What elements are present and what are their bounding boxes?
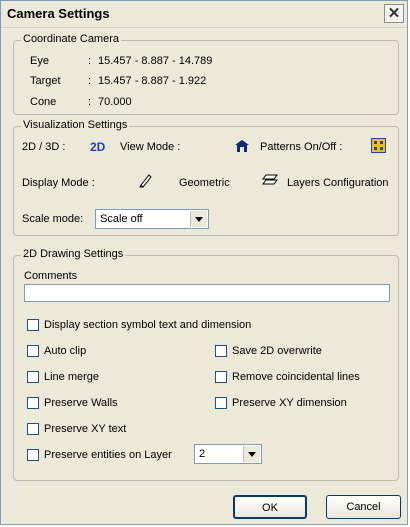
- patterns-toggle-icon[interactable]: [371, 138, 386, 156]
- display-mode-label: Display Mode :: [22, 177, 95, 189]
- layer-select[interactable]: 2: [194, 444, 262, 464]
- camera-settings-dialog: Camera Settings ✕ Coordinate Camera Eye …: [0, 0, 408, 525]
- coordinate-camera-group: Coordinate Camera Eye : 15.457 - 8.887 -…: [13, 33, 399, 115]
- scale-mode-label: Scale mode:: [22, 213, 84, 225]
- target-sep: :: [88, 75, 92, 87]
- cone-sep: :: [88, 96, 92, 108]
- patterns-label: Patterns On/Off :: [260, 141, 343, 153]
- drawing-settings-legend: 2D Drawing Settings: [21, 248, 126, 260]
- scale-mode-value: Scale off: [100, 213, 143, 225]
- save-2d-overwrite-checkbox[interactable]: [215, 345, 227, 357]
- preserve-xy-dimension-checkbox[interactable]: [215, 397, 227, 409]
- drawing-settings-group: 2D Drawing Settings Comments Display sec…: [13, 248, 399, 481]
- line-merge-checkbox[interactable]: [27, 371, 39, 383]
- line-merge-label: Line merge: [44, 371, 100, 383]
- geometric-label: Geometric: [179, 177, 230, 189]
- close-icon: ✕: [387, 5, 401, 22]
- remove-coincidental-label: Remove coincidental lines: [232, 371, 360, 383]
- visualization-legend: Visualization Settings: [21, 119, 130, 131]
- visualization-group: Visualization Settings 2D / 3D : 2D View…: [13, 119, 399, 236]
- eye-sep: :: [88, 55, 92, 67]
- comments-label: Comments: [24, 270, 78, 282]
- target-value: 15.457 - 8.887 - 1.922: [98, 75, 207, 87]
- auto-clip-checkbox[interactable]: [27, 345, 39, 357]
- display-section-label: Display section symbol text and dimensio…: [44, 319, 252, 331]
- pencil-icon[interactable]: [138, 172, 154, 191]
- close-button[interactable]: ✕: [384, 4, 404, 23]
- eye-label: Eye: [30, 55, 49, 67]
- layer-value: 2: [199, 448, 206, 460]
- scale-mode-select[interactable]: Scale off: [95, 209, 209, 229]
- layers-configuration-label[interactable]: Layers Configuration: [287, 177, 389, 189]
- chevron-down-icon[interactable]: [243, 446, 260, 462]
- layers-icon[interactable]: [262, 173, 278, 190]
- coordinate-camera-legend: Coordinate Camera: [21, 33, 121, 45]
- view-mode-label: View Mode :: [120, 141, 181, 153]
- mode-label: 2D / 3D :: [22, 141, 66, 153]
- cancel-button[interactable]: Cancel: [326, 495, 401, 519]
- preserve-entities-checkbox[interactable]: [27, 449, 39, 461]
- display-section-checkbox[interactable]: [27, 319, 39, 331]
- mode-toggle-2d[interactable]: 2D: [90, 140, 105, 154]
- view-mode-icon[interactable]: [234, 139, 250, 156]
- title-bar: Camera Settings ✕: [1, 1, 407, 28]
- preserve-xy-text-label: Preserve XY text: [44, 423, 127, 435]
- preserve-entities-label: Preserve entities on Layer: [44, 449, 172, 461]
- ok-button[interactable]: OK: [233, 495, 307, 519]
- remove-coincidental-checkbox[interactable]: [215, 371, 227, 383]
- save-2d-overwrite-label: Save 2D overwrite: [232, 345, 322, 357]
- preserve-xy-dimension-label: Preserve XY dimension: [232, 397, 347, 409]
- auto-clip-label: Auto clip: [44, 345, 87, 357]
- target-label: Target: [30, 75, 61, 87]
- eye-value: 15.457 - 8.887 - 14.789: [98, 55, 213, 67]
- preserve-walls-label: Preserve Walls: [44, 397, 118, 409]
- cone-value: 70.000: [98, 96, 132, 108]
- window-title: Camera Settings: [7, 6, 110, 21]
- comments-input[interactable]: [24, 284, 390, 302]
- preserve-xy-text-checkbox[interactable]: [27, 423, 39, 435]
- chevron-down-icon[interactable]: [190, 211, 207, 227]
- preserve-walls-checkbox[interactable]: [27, 397, 39, 409]
- cone-label: Cone: [30, 96, 57, 108]
